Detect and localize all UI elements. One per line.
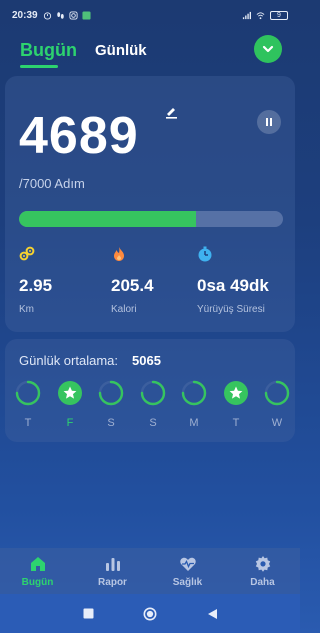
instagram-icon	[69, 10, 78, 20]
star-badge-icon	[224, 381, 248, 405]
progress-ring-icon	[264, 380, 290, 406]
alarm-icon	[43, 11, 51, 20]
day-item[interactable]: S	[140, 380, 166, 429]
pause-button[interactable]	[257, 110, 281, 134]
day-label: F	[66, 417, 74, 429]
nav-health[interactable]: Sağlık	[150, 548, 225, 594]
stat-value: 2.95	[19, 276, 53, 295]
tab-daily[interactable]: Günlük	[95, 42, 147, 59]
distance-icon	[19, 246, 35, 261]
day-item[interactable]: W	[264, 380, 290, 429]
wifi-icon	[256, 11, 265, 19]
daily-average-row: Günlük ortalama: 5065	[19, 353, 161, 368]
nav-today[interactable]: Bugün	[0, 548, 75, 594]
stat-label: Km	[19, 304, 34, 315]
day-item[interactable]: F	[57, 380, 83, 429]
daily-average-card: Günlük ortalama: 5065 T F S S M T W	[5, 339, 295, 442]
day-label: S	[107, 417, 115, 429]
signal-icon	[242, 11, 251, 19]
daily-average-value: 5065	[132, 353, 161, 368]
day-label: M	[189, 417, 199, 429]
chevron-down-icon	[262, 45, 274, 53]
heartbeat-icon	[179, 557, 196, 571]
stat-walk-time: 0sa 49dk Yürüyüş Süresi	[197, 246, 297, 315]
week-days-row: TFSSMTW	[15, 380, 290, 430]
home-icon	[30, 556, 45, 571]
stat-calories: 205.4 Kalori	[111, 246, 201, 315]
timer-icon	[198, 246, 212, 262]
stat-value: 205.4	[111, 276, 154, 295]
status-right: 9	[242, 10, 288, 20]
status-left: 20:39	[12, 10, 91, 21]
day-item[interactable]: T	[223, 380, 249, 429]
nav-label: Sağlık	[172, 576, 203, 588]
day-item[interactable]: M	[181, 380, 207, 429]
day-label: T	[232, 417, 240, 429]
nav-label: Daha	[250, 576, 275, 588]
bottom-nav: Bugün Rapor Sağlık Daha	[0, 548, 300, 594]
tab-today[interactable]: Bugün	[20, 40, 77, 68]
day-label: W	[271, 417, 283, 429]
nav-label: Rapor	[98, 576, 127, 588]
step-goal: /7000 Adım	[19, 176, 85, 191]
day-item[interactable]: S	[98, 380, 124, 429]
status-time: 20:39	[12, 9, 38, 21]
day-label: T	[24, 417, 32, 429]
nav-more[interactable]: Daha	[225, 548, 300, 594]
progress-ring-icon	[140, 380, 166, 406]
back-triangle-icon	[207, 608, 217, 619]
stat-value: 0sa 49dk	[197, 276, 269, 295]
system-nav-bar	[0, 594, 300, 633]
nav-label: Bugün	[21, 576, 54, 588]
step-progress-fill	[19, 211, 196, 227]
circle-icon	[143, 607, 157, 620]
footsteps-icon	[56, 11, 64, 19]
bar-chart-icon	[105, 557, 120, 571]
app-notification-icon	[82, 10, 91, 20]
battery-indicator: 9	[270, 10, 288, 20]
progress-ring-icon	[15, 380, 41, 406]
stat-label: Yürüyüş Süresi	[197, 304, 265, 315]
progress-ring-icon	[181, 380, 207, 406]
flame-icon	[114, 247, 124, 261]
recents-button[interactable]	[81, 607, 95, 621]
home-button[interactable]	[143, 607, 157, 621]
status-bar: 20:39 9	[0, 0, 300, 30]
stat-distance: 2.95 Km	[19, 246, 109, 315]
steps-count: 4689	[19, 107, 139, 165]
pause-icon	[266, 118, 272, 126]
steps-card: 4689 /7000 Adım 2.95 Km 205.4 Kalori 0sa…	[5, 76, 295, 332]
square-icon	[83, 608, 93, 619]
progress-ring-icon	[98, 380, 124, 406]
step-progress-bar	[19, 211, 283, 227]
stat-label: Kalori	[111, 304, 137, 315]
dropdown-button[interactable]	[254, 35, 282, 63]
day-item[interactable]: T	[15, 380, 41, 429]
top-tabs: Bugün Günlük	[0, 30, 300, 70]
stats-row: 2.95 Km 205.4 Kalori 0sa 49dk Yürüyüş Sü…	[19, 246, 289, 326]
notification-icons	[43, 10, 91, 20]
star-badge-icon	[58, 381, 82, 405]
nav-report[interactable]: Rapor	[75, 548, 150, 594]
gear-icon	[255, 555, 270, 572]
back-button[interactable]	[205, 607, 219, 621]
day-label: S	[149, 417, 157, 429]
daily-average-label: Günlük ortalama:	[19, 353, 118, 368]
edit-icon[interactable]	[163, 104, 179, 120]
